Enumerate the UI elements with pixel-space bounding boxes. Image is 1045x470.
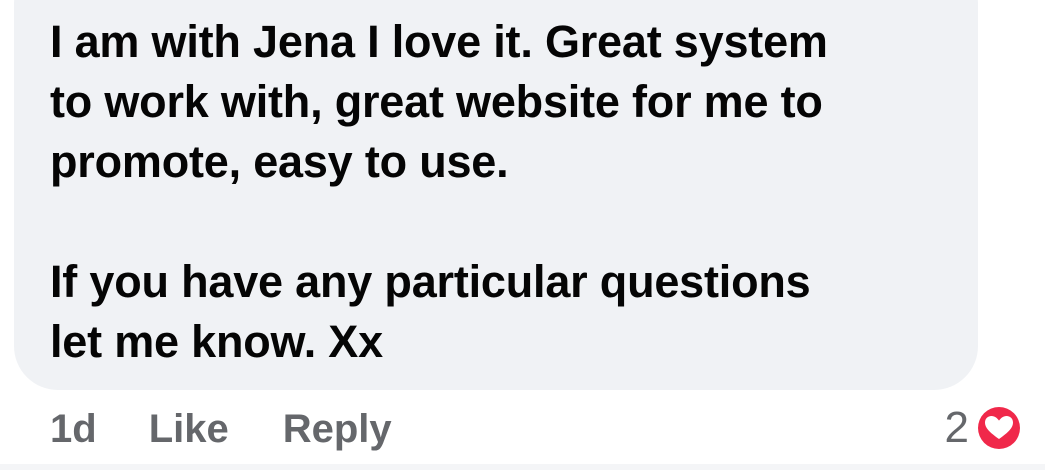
reply-button[interactable]: Reply (283, 407, 392, 452)
comment-line: If you have any particular questions (50, 256, 811, 307)
heart-icon (975, 404, 1023, 452)
reactions-summary[interactable]: 2 (945, 400, 1023, 456)
comment-actions: 1d Like Reply (50, 403, 392, 455)
comment-line: to work with, great website for me to (50, 76, 823, 127)
like-button[interactable]: Like (149, 407, 229, 452)
divider (0, 464, 1045, 470)
reaction-count: 2 (944, 403, 969, 452)
comment-line: promote, easy to use. (50, 136, 509, 187)
comment: I am with Jena I love it. Great system t… (0, 0, 1045, 470)
comment-line: let me know. Xx (50, 316, 383, 367)
comment-line: I am with Jena I love it. Great system (50, 16, 828, 67)
comment-text: I am with Jena I love it. Great system t… (50, 12, 960, 372)
comment-timestamp[interactable]: 1d (50, 407, 97, 452)
